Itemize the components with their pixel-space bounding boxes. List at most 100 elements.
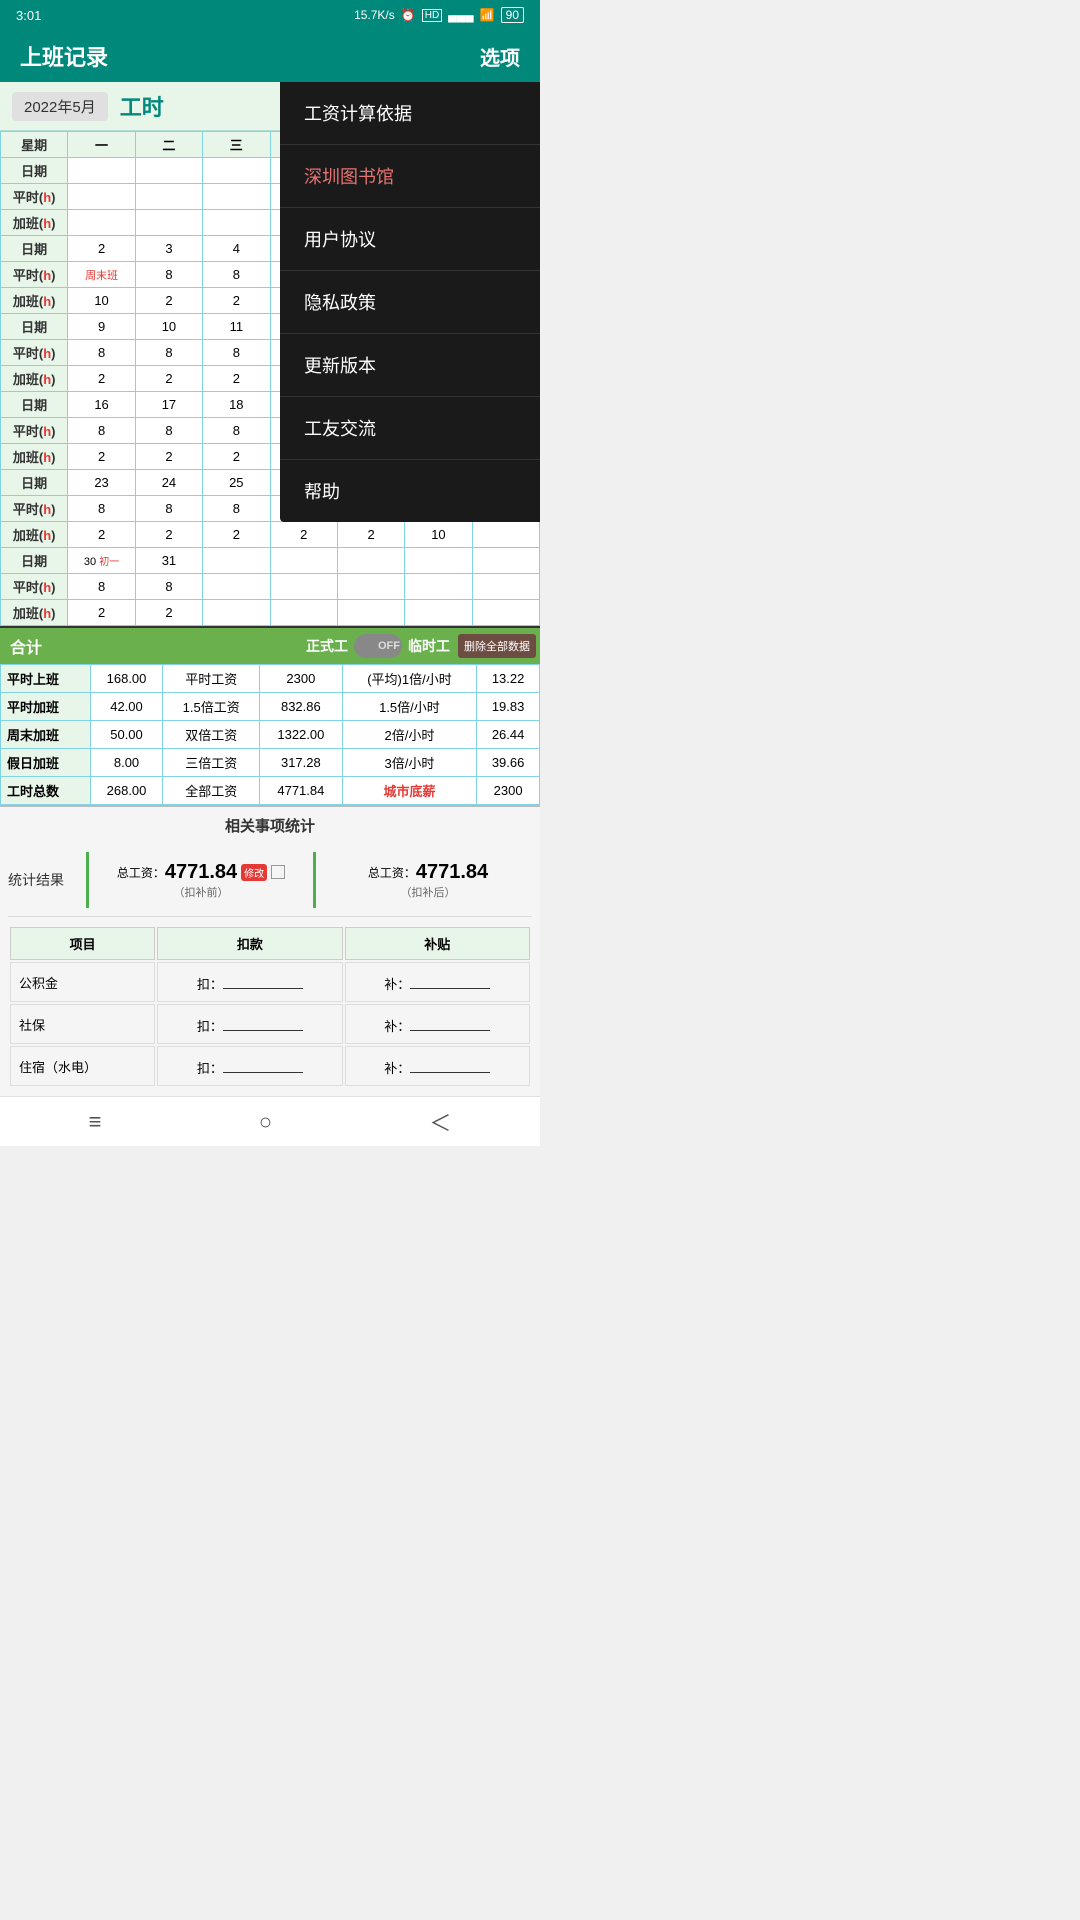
before-wage-value: 4771.84 [165,861,237,884]
temp-worker-label: 临时工 [408,636,450,656]
overtime-cell: 2 [68,600,135,626]
before-wage-prefix: 总工资： [117,864,165,881]
green-divider [86,852,89,908]
regular-cell: 8 [68,418,135,444]
overtime-label: 加班(h) [1,522,68,548]
regular-cell [270,574,337,600]
regular-cell [337,574,404,600]
subsidy-field: 补： [345,1046,530,1086]
home-nav-button[interactable]: ○ [259,1109,272,1135]
related-stats: 相关事项统计 统计结果 总工资： 4771.84 修改 （扣补前） 总工资： 4… [0,805,540,1096]
rate-value: 39.66 [477,749,540,777]
network-speed: 15.7K/s [354,8,395,22]
month-badge[interactable]: 2022年5月 [12,92,108,121]
menu-item-worker-exchange[interactable]: 工友交流 [280,397,540,460]
date-cell [135,158,202,184]
regular-cell: 8 [135,496,202,522]
date-label: 日期 [1,236,68,262]
overtime-cell: 10 [68,288,135,314]
menu-item-wage-basis[interactable]: 工资计算依据 [280,82,540,145]
overtime-cell: 2 [135,444,202,470]
date-label: 日期 [1,548,68,574]
app-title: 上班记录 [20,40,108,72]
battery-level: 90 [506,8,519,22]
date-cell: 10 [135,314,202,340]
regular-cell [68,184,135,210]
date-cell: 9 [68,314,135,340]
rate-value: 13.22 [477,665,540,693]
overtime-label: 加班(h) [1,366,68,392]
regular-label: 平时(h) [1,574,68,600]
options-button[interactable]: 选项 [480,42,520,71]
menu-item-update-version[interactable]: 更新版本 [280,334,540,397]
date-cell: 18 [203,392,270,418]
stat-value: 50.00 [90,721,163,749]
delete-all-button[interactable]: 删除全部数据 [458,634,536,658]
green-divider2 [313,852,316,908]
stat-label: 平时加班 [1,693,91,721]
deduct-input[interactable] [223,1055,303,1073]
overtime-cell [337,600,404,626]
deduct-input[interactable] [223,1013,303,1031]
date-cell [203,548,270,574]
menu-nav-button[interactable]: ≡ [89,1109,102,1135]
rate-value: 2300 [477,777,540,805]
subsidy-input[interactable] [410,1055,490,1073]
status-time: 3:01 [16,8,41,23]
overtime-cell [203,210,270,236]
date-cell: 24 [135,470,202,496]
regular-cell: 8 [68,340,135,366]
table-row: 平时上班 168.00 平时工资 2300 (平均)1倍/小时 13.22 [1,665,540,693]
date-cell: 25 [203,470,270,496]
overtime-cell [472,600,539,626]
regular-cell [405,574,472,600]
regular-cell [135,184,202,210]
overtime-label: 加班(h) [1,600,68,626]
wage-value: 2300 [260,665,343,693]
regular-cell [203,574,270,600]
hd-icon: HD [422,9,442,22]
menu-item-user-agreement[interactable]: 用户协议 [280,208,540,271]
menu-item-shenzhen-library[interactable]: 深圳图书馆 [280,145,540,208]
date-cell: 23 [68,470,135,496]
overtime-cell: 2 [68,444,135,470]
modify-checkbox[interactable] [271,865,285,879]
date-cell: 3 [135,236,202,262]
deduct-input[interactable] [223,971,303,989]
wage-value: 1322.00 [260,721,343,749]
signal-icon: ▄▄▄ [448,8,474,22]
subsidy-input[interactable] [410,971,490,989]
regular-label: 平时(h) [1,340,68,366]
dropdown-menu: 工资计算依据 深圳图书馆 用户协议 隐私政策 更新版本 工友交流 帮助 [280,82,540,522]
bottom-nav: ≡ ○ ＜ [0,1096,540,1146]
date-label: 日期 [1,158,68,184]
overtime-cell: 2 [135,288,202,314]
rate-value: 19.83 [477,693,540,721]
menu-item-help[interactable]: 帮助 [280,460,540,522]
overtime-cell: 2 [135,366,202,392]
toggle-switch[interactable]: OFF [354,634,402,658]
main-content: 2022年5月 工时 星期 一 二 三 四 五 六 日 日期 [0,82,540,1096]
result-label: 统计结果 [8,870,78,890]
wage-value: 4771.84 [260,777,343,805]
menu-item-privacy-policy[interactable]: 隐私政策 [280,271,540,334]
alarm-icon: ⏰ [401,8,416,22]
rate-label: (平均)1倍/小时 [342,665,476,693]
rate-label: 2倍/小时 [342,721,476,749]
overtime-cell [203,600,270,626]
regular-cell: 8 [135,574,202,600]
modify-badge[interactable]: 修改 [241,864,267,881]
status-bar: 3:01 15.7K/s ⏰ HD ▄▄▄ 📶 90 [0,0,540,30]
item-name: 住宿（水电） [10,1046,155,1086]
back-nav-button[interactable]: ＜ [429,1106,451,1138]
table-row: 平时加班 42.00 1.5倍工资 832.86 1.5倍/小时 19.83 [1,693,540,721]
subsidy-input[interactable] [410,1013,490,1031]
overtime-cell: 2 [270,522,337,548]
subsidy-header: 补贴 [345,927,530,960]
date-cell [472,548,539,574]
before-wage-box: 总工资： 4771.84 修改 （扣补前） [97,861,305,900]
deduct-field: 扣： [157,1004,342,1044]
toggle-area: 正式工 OFF 临时工 [298,630,458,662]
date-cell: 30 初一 [68,548,135,574]
after-wage-prefix: 总工资： [368,864,416,881]
